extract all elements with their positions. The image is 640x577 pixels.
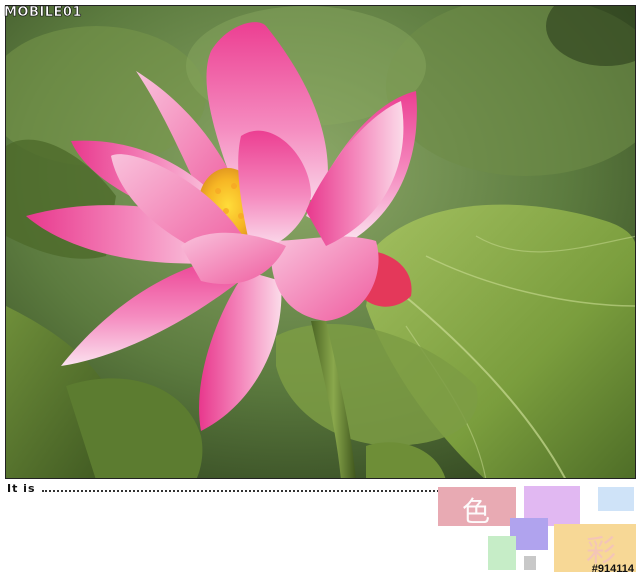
color-block-light-blue xyxy=(598,487,634,511)
lotus-photo xyxy=(5,5,636,479)
color-block-green xyxy=(488,536,516,570)
caption-label: It is xyxy=(7,481,36,495)
color-block-gray xyxy=(524,556,536,570)
lotus-photo-drawing xyxy=(6,6,635,478)
caption-row: It is xyxy=(7,481,447,495)
caption-dotted-line xyxy=(41,490,447,492)
mobile01-logo: MOBILE01 xyxy=(4,2,82,22)
color-card: 色 彩 xyxy=(436,484,636,574)
logo-text: MOBILE01 xyxy=(4,4,82,20)
color-char-1: 色 xyxy=(462,495,491,528)
photo-id: #914114 xyxy=(591,563,634,575)
